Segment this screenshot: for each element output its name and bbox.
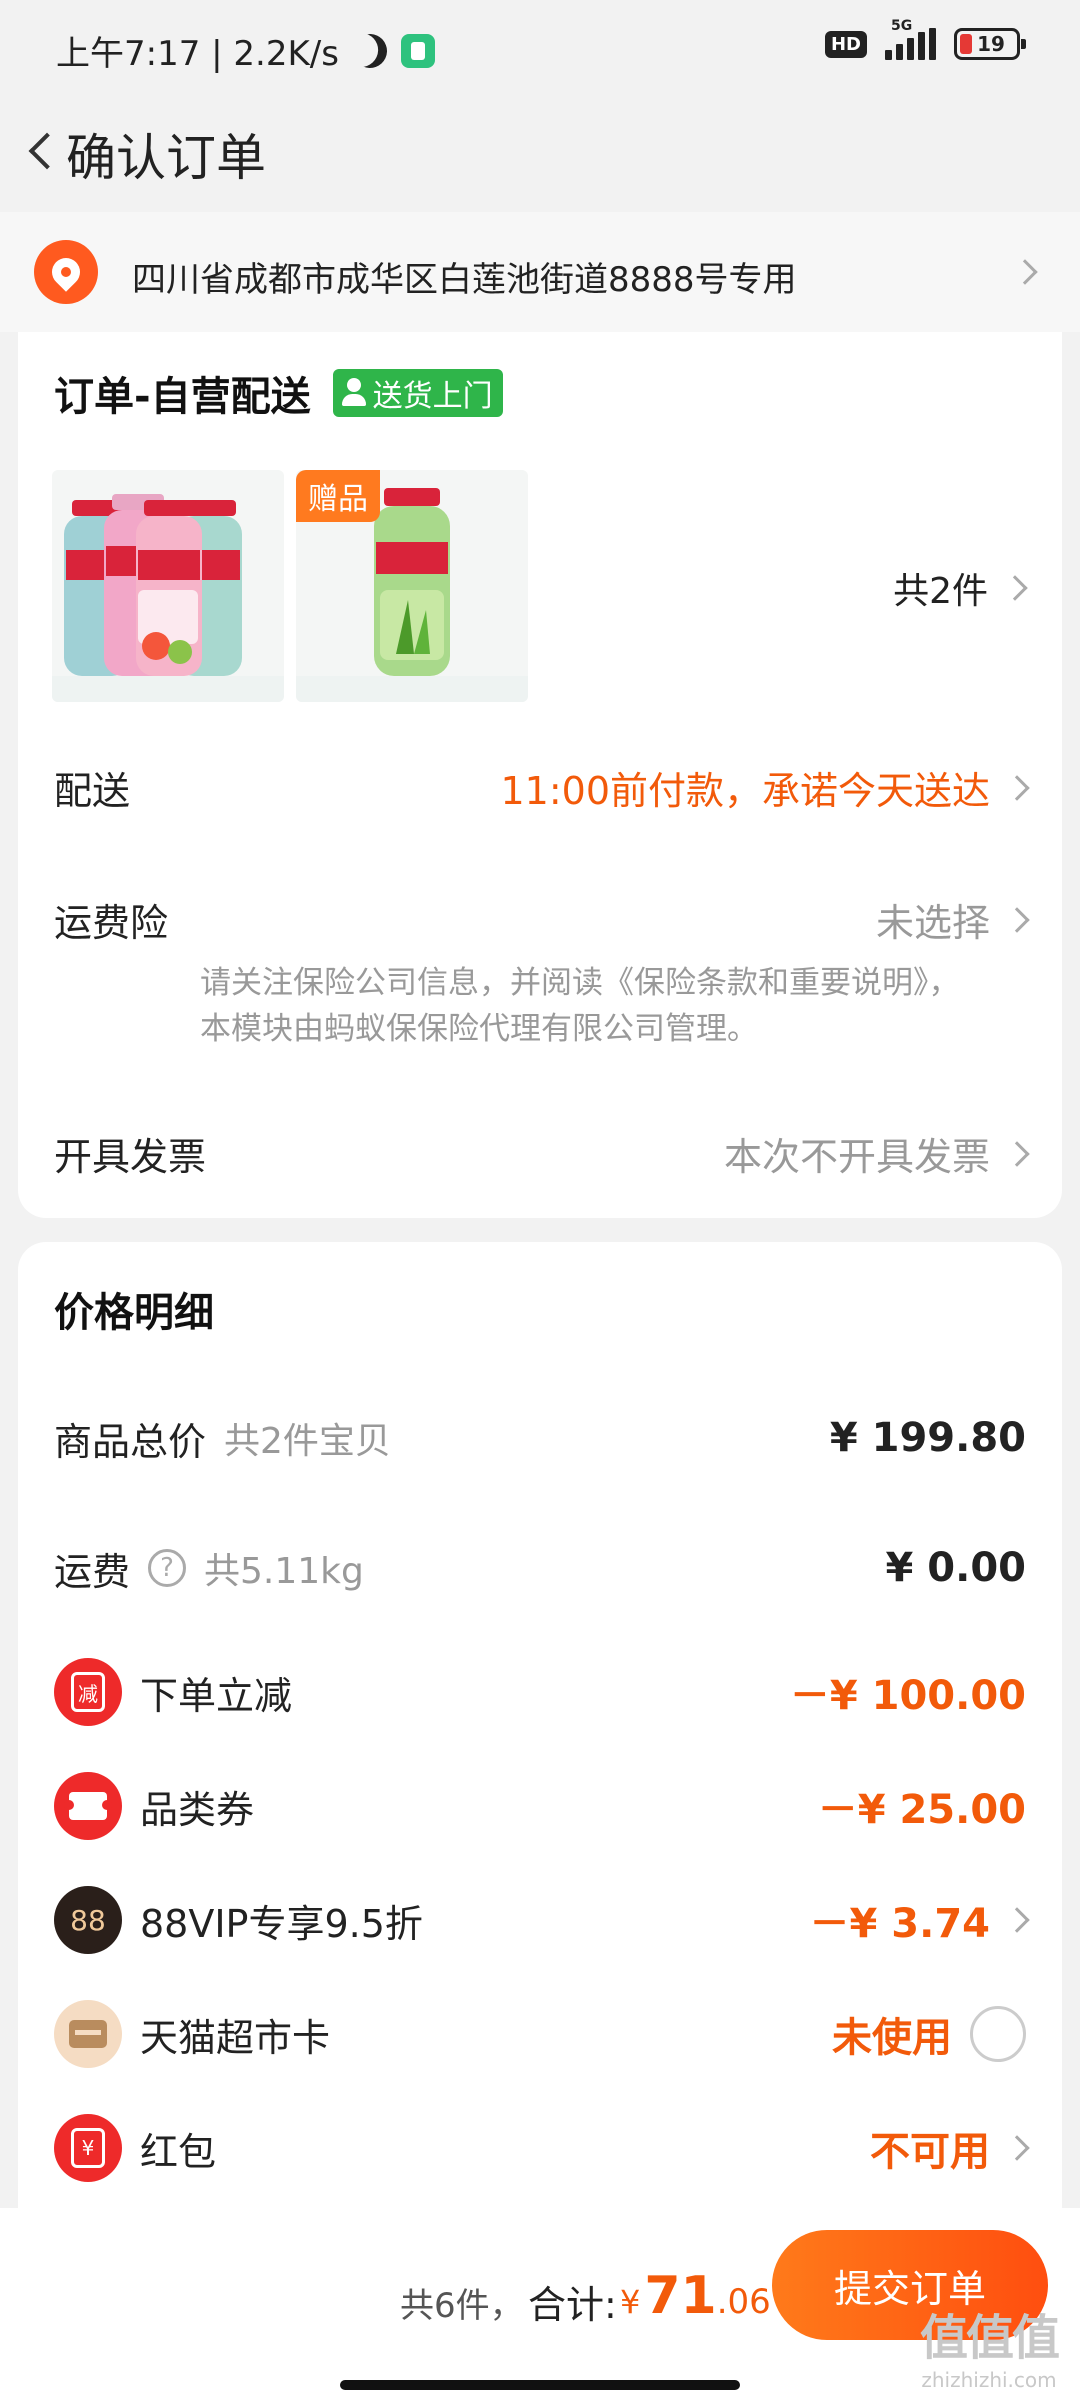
location-pin-icon (34, 240, 98, 304)
card-status: 未使用 (832, 2015, 952, 2061)
shield-app-icon (400, 33, 435, 68)
goods-total-label: 商品总价 (54, 1419, 207, 1464)
discount-row-instant: 减 下单立减 －¥ 100.00 (54, 1652, 1026, 1732)
red-packet-status-wrap: 不可用 (870, 2119, 1030, 2177)
moon-icon (348, 29, 392, 73)
discount-label: 红包 (140, 2129, 217, 2174)
signal-icon: 5G (885, 18, 936, 60)
goods-total-row: 商品总价 共2件宝贝 ¥ 199.80 (54, 1398, 1026, 1478)
chevron-right-icon (1004, 774, 1030, 801)
chevron-right-icon (1004, 2135, 1030, 2161)
item-count: 共2件 (893, 571, 988, 612)
chevron-right-icon (1004, 906, 1030, 933)
insurance-value: 未选择 (875, 901, 990, 945)
status-left: 上午7:17 | 2.2K/s (56, 26, 435, 75)
discount-row-coupon: 品类券 －¥ 25.00 (54, 1766, 1026, 1846)
coupon-icon (54, 1772, 122, 1840)
price-title: 价格明细 (54, 1290, 214, 1336)
watermark-logo: 值值值 (919, 2310, 1060, 2366)
address-text: 四川省成都市成华区白莲池街道8888号专用 (132, 260, 797, 300)
insurance-label: 运费险 (54, 901, 169, 945)
order-title: 订单-自营配送 (54, 374, 311, 420)
invoice-value: 本次不开具发票 (723, 1135, 990, 1179)
back-button[interactable] (12, 116, 72, 186)
total-integer: 71 (644, 2266, 717, 2326)
status-right: HD 5G 19 (824, 18, 1026, 60)
discount-amount-wrap: －¥ 3.74 (809, 1891, 1030, 1949)
product-image-mouthwash-set[interactable] (52, 470, 284, 702)
invoice-label: 开具发票 (54, 1135, 207, 1179)
delivery-tag: 送货上门 (332, 369, 503, 417)
shipping-label: 运费 (54, 1549, 131, 1594)
delivery-tag-label: 送货上门 (372, 379, 493, 414)
total-decimal: .06 (716, 2282, 771, 2322)
shipping-row: 运费 ? 共5.11kg ¥ 0.00 (54, 1528, 1026, 1608)
order-card: 订单-自营配送 送货上门 赠品 共2件 配送 11:00前付款，承诺今天送达 运… (18, 332, 1062, 1218)
discount-amount: －¥ 25.00 (817, 1787, 1026, 1833)
gift-tag: 赠品 (296, 470, 380, 522)
shipping-amount: ¥ 0.00 (885, 1545, 1026, 1591)
chevron-right-icon (1002, 575, 1028, 601)
chevron-right-icon (1004, 1907, 1030, 1933)
person-icon (341, 378, 367, 408)
battery-icon: 19 (954, 28, 1026, 60)
insurance-row[interactable]: 运费险 未选择 (54, 892, 1030, 947)
card-radio[interactable] (970, 2006, 1026, 2062)
shipping-weight: 共5.11kg (204, 1551, 364, 1592)
goods-count: 共2件宝贝 (224, 1421, 391, 1462)
discount-row-card[interactable]: 天猫超市卡 未使用 (54, 1994, 1026, 2074)
chevron-right-icon (1004, 1140, 1030, 1167)
instant-discount-icon: 减 (54, 1658, 122, 1726)
delivery-value-wrap: 11:00前付款，承诺今天送达 (500, 760, 1030, 815)
discount-amount: －¥ 100.00 (789, 1673, 1026, 1719)
discount-row-vip[interactable]: 88 88VIP专享9.5折 －¥ 3.74 (54, 1880, 1030, 1960)
red-packet-icon: ¥ (54, 2114, 122, 2182)
page-title: 确认订单 (66, 129, 266, 187)
discount-label: 品类券 (140, 1787, 255, 1832)
invoice-row[interactable]: 开具发票 本次不开具发票 (54, 1126, 1030, 1181)
item-count-link[interactable]: 共2件 (893, 562, 1028, 614)
total-amount: ¥ 71 .06 (620, 2266, 771, 2326)
red-packet-status: 不可用 (870, 2129, 990, 2175)
chevron-right-icon (1012, 259, 1038, 285)
mouthwash-bottles-image (52, 494, 284, 702)
vip-88-icon: 88 (54, 1886, 122, 1954)
invoice-value-wrap: 本次不开具发票 (723, 1126, 1030, 1181)
discount-label: 天猫超市卡 (140, 2015, 331, 2060)
delivery-value: 11:00前付款，承诺今天送达 (500, 769, 990, 813)
discount-row-redpacket[interactable]: ¥ 红包 不可用 (54, 2108, 1030, 2188)
checkout-bar: 共6件， 合计: ¥ 71 .06 提交订单 值值值 zhizhizhi.com (0, 2208, 1080, 2400)
order-header: 订单-自营配送 送货上门 (54, 364, 503, 422)
home-indicator[interactable] (340, 2380, 740, 2390)
total-label: 合计: (528, 2283, 617, 2327)
supermarket-card-icon (54, 2000, 122, 2068)
chevron-left-icon (28, 132, 66, 170)
delivery-label: 配送 (54, 769, 131, 813)
discount-label: 88VIP专享9.5折 (140, 1901, 423, 1946)
help-icon[interactable]: ? (148, 1549, 187, 1587)
discount-label: 下单立减 (140, 1673, 293, 1718)
card-status-wrap: 未使用 (832, 2005, 1026, 2063)
watermark: 值值值 zhizhizhi.com (919, 2298, 1060, 2392)
hd-badge: HD (824, 30, 867, 58)
battery-level: 19 (977, 32, 1005, 56)
price-card: 价格明细 商品总价 共2件宝贝 ¥ 199.80 运费 ? 共5.11kg ¥ … (18, 1242, 1062, 2242)
address-bar[interactable]: 四川省成都市成华区白莲池街道8888号专用 (0, 212, 1080, 332)
watermark-text: zhizhizhi.com (921, 2368, 1057, 2392)
delivery-row[interactable]: 配送 11:00前付款，承诺今天送达 (54, 760, 1030, 815)
insurance-value-wrap: 未选择 (875, 892, 1030, 947)
nav-bar: 确认订单 (0, 96, 1080, 212)
goods-total-amount: ¥ 199.80 (829, 1415, 1026, 1461)
insurance-note[interactable]: 请关注保险公司信息，并阅读《保险条款和重要说明》，本模块由蚂蚁保保险代理有限公司… (200, 960, 972, 1052)
currency-symbol: ¥ (620, 2283, 641, 2321)
status-bar: 上午7:17 | 2.2K/s HD 5G 19 (0, 0, 1080, 96)
network-label: 5G (891, 18, 913, 34)
discount-amount: －¥ 3.74 (809, 1901, 990, 1947)
status-time-speed: 上午7:17 | 2.2K/s (56, 34, 339, 74)
total-count: 共6件， (400, 2286, 524, 2326)
